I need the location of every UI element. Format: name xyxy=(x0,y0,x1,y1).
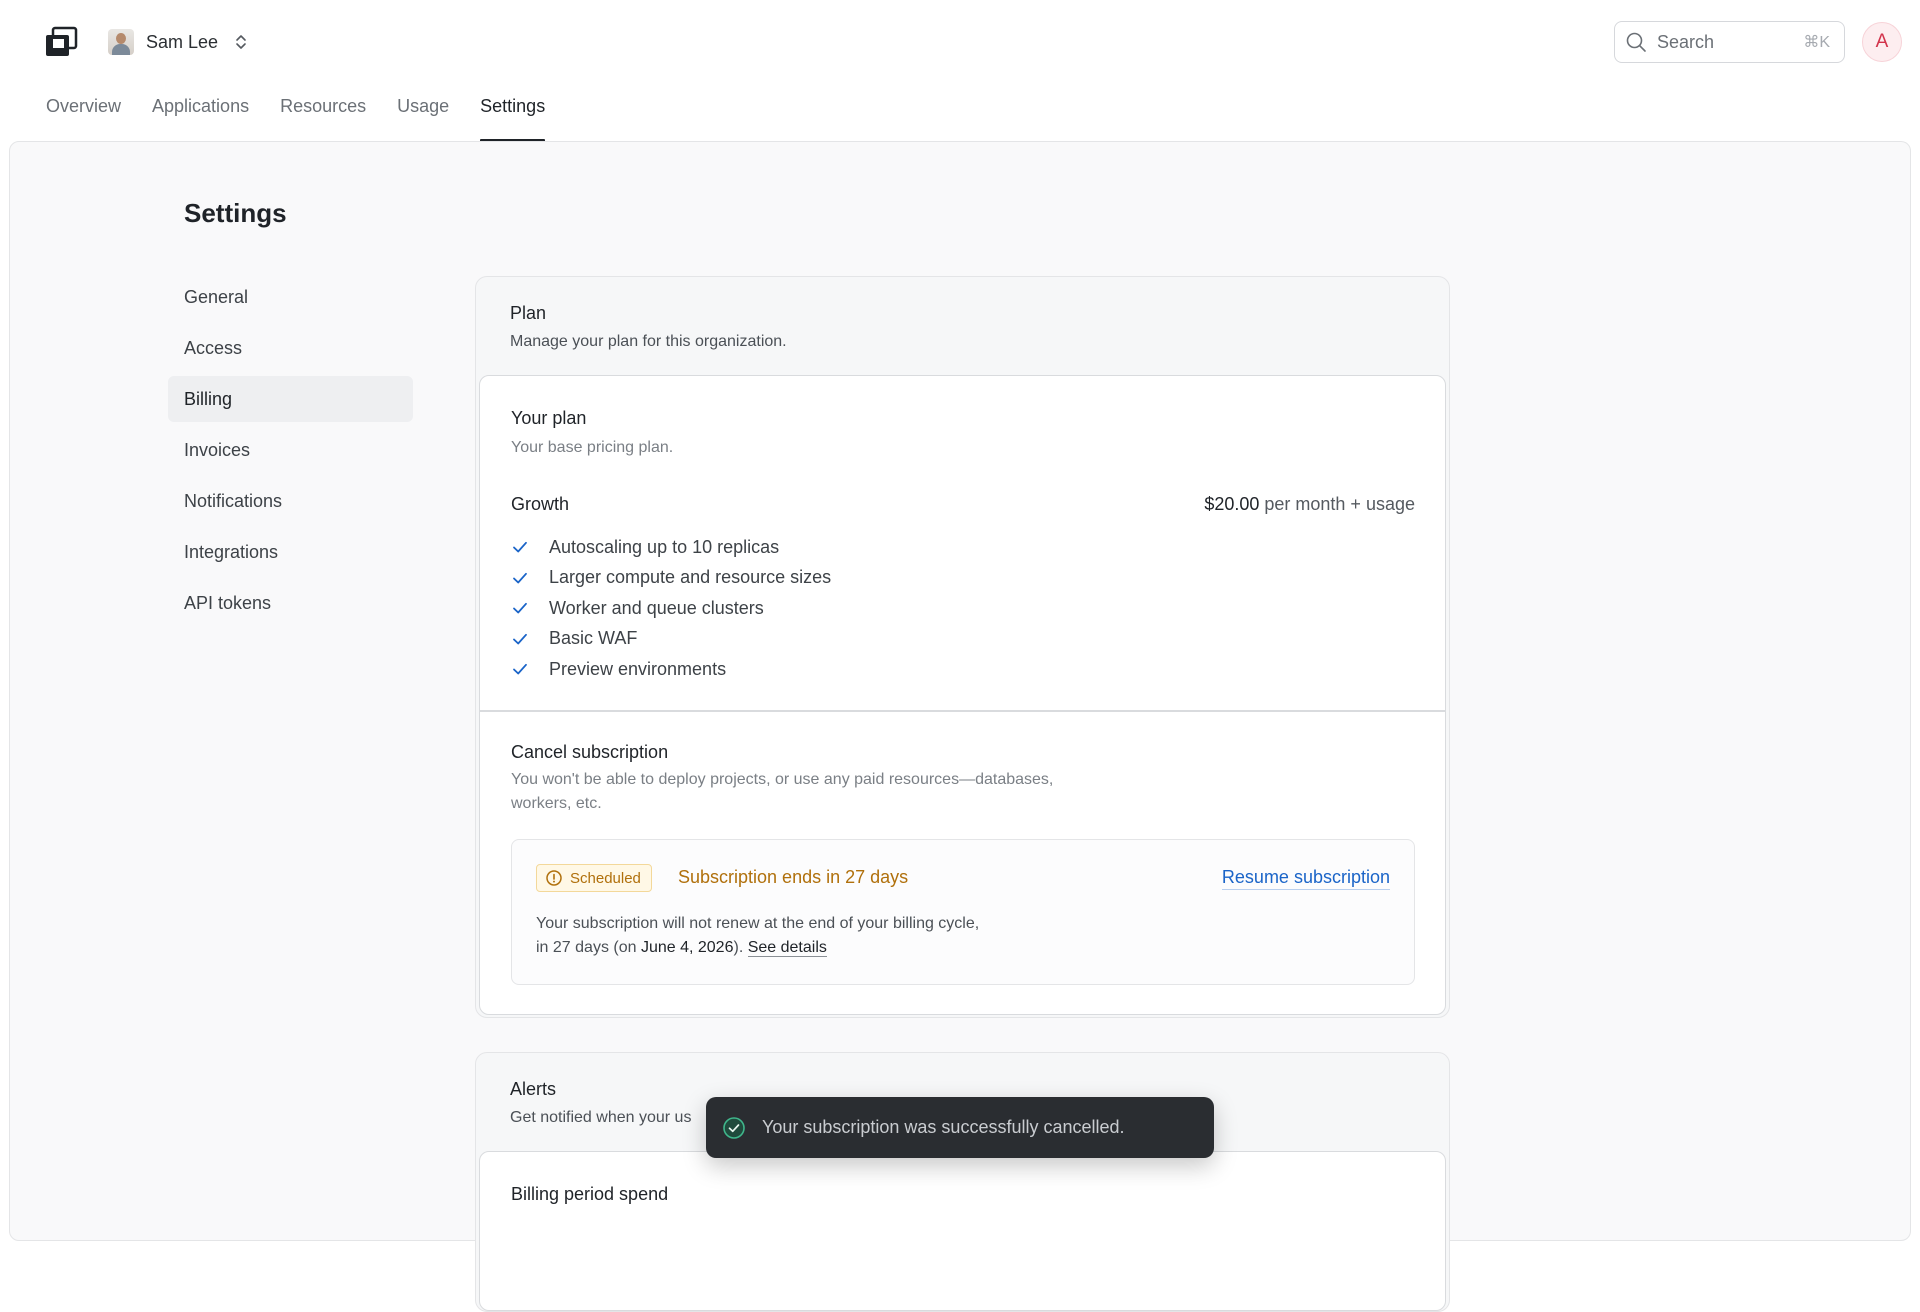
tab-usage[interactable]: Usage xyxy=(397,92,449,142)
alerts-card-body: Billing period spend xyxy=(479,1151,1446,1311)
cancel-subtitle-line-2: workers, etc. xyxy=(511,795,602,812)
feature-label: Basic WAF xyxy=(549,628,638,649)
plan-card-subtitle: Manage your plan for this organization. xyxy=(510,333,787,350)
search-icon xyxy=(1626,32,1646,52)
cancellation-details-text: Your subscription will not renew at the … xyxy=(536,912,1136,960)
check-icon xyxy=(513,633,527,645)
see-details-link[interactable]: See details xyxy=(747,939,827,957)
search-input[interactable]: Search ⌘K xyxy=(1614,21,1845,63)
sidebar-item-access[interactable]: Access xyxy=(168,325,413,371)
alerts-card-title: Alerts xyxy=(510,1079,557,1099)
org-name: Sam Lee xyxy=(146,31,219,52)
badge-label: Scheduled xyxy=(570,869,641,887)
user-avatar[interactable]: A xyxy=(1862,22,1902,62)
plan-price-suffix: per month + usage xyxy=(1259,494,1415,514)
org-switcher[interactable]: Sam Lee xyxy=(108,26,248,58)
plan-card: Plan Manage your plan for this organizat… xyxy=(475,276,1450,1018)
page-title: Settings xyxy=(184,198,287,228)
your-plan-title: Your plan xyxy=(511,408,587,428)
feature-label: Autoscaling up to 10 replicas xyxy=(549,536,780,557)
plan-price: $20.00 per month + usage xyxy=(1204,494,1415,515)
sidebar-item-api-tokens[interactable]: API tokens xyxy=(168,580,413,626)
sidebar-item-notifications[interactable]: Notifications xyxy=(168,478,413,524)
main-tabs: Overview Applications Resources Usage Se… xyxy=(46,92,576,142)
chevron-up-down-icon xyxy=(236,35,246,49)
list-item: Worker and queue clusters xyxy=(511,593,831,624)
cancel-subscription-title: Cancel subscription xyxy=(511,742,669,762)
list-item: Preview environments xyxy=(511,654,831,685)
check-icon xyxy=(513,542,527,553)
user-initial: A xyxy=(1875,31,1889,52)
plan-card-body: Your plan Your base pricing plan. Growth… xyxy=(479,375,1446,1015)
details-suffix: ). xyxy=(733,939,748,956)
tab-settings[interactable]: Settings xyxy=(480,92,546,142)
sidebar-item-integrations[interactable]: Integrations xyxy=(168,529,413,575)
feature-label: Worker and queue clusters xyxy=(549,597,764,618)
tab-resources[interactable]: Resources xyxy=(280,92,366,142)
app-logo-icon[interactable] xyxy=(44,26,78,58)
settings-sidebar: General Access Billing Invoices Notifica… xyxy=(168,274,413,631)
list-item: Larger compute and resource sizes xyxy=(511,563,831,594)
scheduled-cancellation-notice: Scheduled Subscription ends in 27 days R… xyxy=(511,839,1415,985)
alerts-card-subtitle: Get notified when your us xyxy=(510,1109,692,1126)
details-prefix: in 27 days (on xyxy=(536,939,641,956)
search-shortcut: ⌘K xyxy=(1803,34,1830,51)
status-badge: Scheduled xyxy=(536,864,652,892)
check-icon xyxy=(513,603,527,614)
sidebar-item-billing[interactable]: Billing xyxy=(168,376,413,422)
tab-applications[interactable]: Applications xyxy=(152,92,249,142)
end-date: June 4, 2026 xyxy=(640,939,734,956)
success-toast: Your subscription was successfully cance… xyxy=(706,1097,1214,1158)
subscription-end-status: Subscription ends in 27 days xyxy=(678,867,909,887)
list-item: Autoscaling up to 10 replicas xyxy=(511,532,831,563)
tab-overview[interactable]: Overview xyxy=(46,92,121,142)
plan-name: Growth xyxy=(511,494,570,514)
feature-label: Larger compute and resource sizes xyxy=(549,567,832,588)
info-circle-icon xyxy=(546,870,562,886)
check-circle-icon xyxy=(723,1116,745,1139)
check-icon xyxy=(513,664,527,675)
org-avatar xyxy=(108,29,134,55)
plan-feature-list: Autoscaling up to 10 replicas Larger com… xyxy=(511,532,831,685)
content-frame: Settings General Access Billing Invoices… xyxy=(9,141,1911,1312)
cancel-subscription-subtitle: You won't be able to deploy projects, or… xyxy=(511,768,1053,816)
cancel-subtitle-line-1: You won't be able to deploy projects, or… xyxy=(511,771,1054,788)
alerts-card: Alerts Get notified when your us Billing… xyxy=(475,1052,1450,1312)
feature-label: Preview environments xyxy=(549,658,727,679)
sidebar-item-invoices[interactable]: Invoices xyxy=(168,427,413,473)
check-icon xyxy=(513,572,527,584)
resume-subscription-link[interactable]: Resume subscription xyxy=(1221,867,1390,890)
details-line-1: Your subscription will not renew at the … xyxy=(536,915,980,932)
plan-price-amount: $20.00 xyxy=(1204,494,1260,514)
top-bar: Sam Lee Search ⌘K A Overview Application… xyxy=(0,0,1920,142)
toast-message: Your subscription was successfully cance… xyxy=(762,1117,1125,1137)
section-divider xyxy=(480,710,1445,712)
sidebar-item-general[interactable]: General xyxy=(168,274,413,320)
your-plan-subtitle: Your base pricing plan. xyxy=(511,439,674,456)
list-item: Basic WAF xyxy=(511,624,831,655)
search-placeholder: Search xyxy=(1657,31,1715,52)
plan-card-title: Plan xyxy=(510,303,547,323)
details-line-2: in 27 days (on June 4, 2026). See detail… xyxy=(536,936,1136,960)
billing-period-spend-title: Billing period spend xyxy=(511,1184,669,1204)
